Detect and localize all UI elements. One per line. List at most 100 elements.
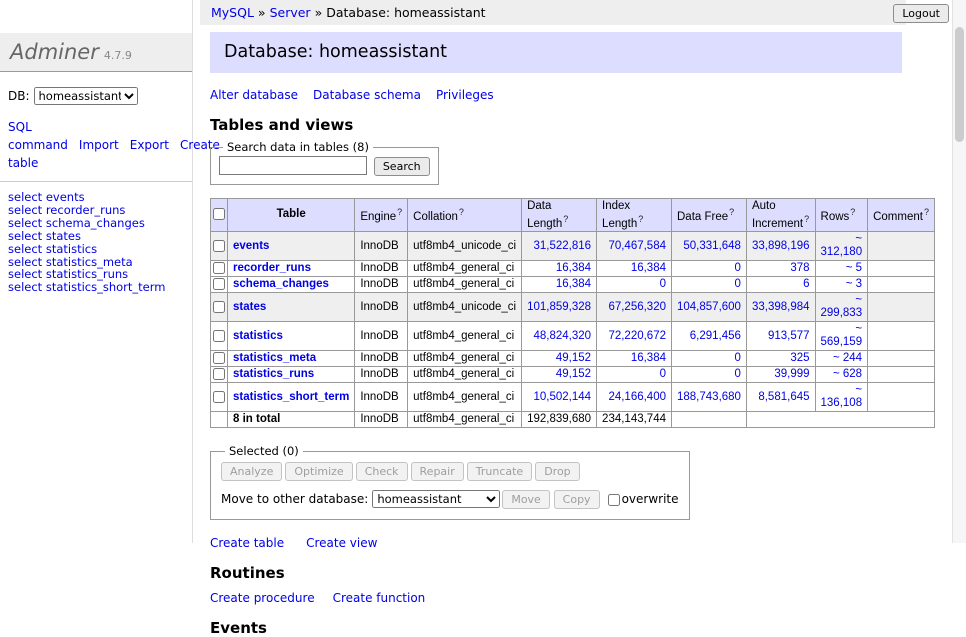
sidebar-select-recorder-runs-link[interactable]: select recorder_runs (8, 204, 192, 217)
copy-button[interactable]: Copy (554, 490, 600, 509)
rows-count-link[interactable]: ~ 244 (833, 352, 862, 364)
data-length-link[interactable]: 16,384 (556, 278, 591, 290)
help-link[interactable]: ? (924, 207, 929, 217)
auto-increment-link[interactable]: 39,999 (774, 368, 809, 380)
index-length-link[interactable]: 0 (660, 278, 666, 290)
data-free-link[interactable]: 188,743,680 (677, 391, 741, 403)
create-table-bottom-link[interactable]: Create table (210, 536, 284, 550)
table-name-link[interactable]: states (233, 301, 266, 313)
index-length-link[interactable]: 70,467,584 (608, 240, 666, 252)
alter-database-link[interactable]: Alter database (210, 88, 298, 102)
table-name-link[interactable]: statistics_short_term (233, 391, 349, 403)
create-function-link[interactable]: Create function (333, 591, 426, 605)
sidebar-select-statistics-short-term-link[interactable]: select statistics_short_term (8, 281, 192, 294)
data-length-link[interactable]: 31,522,816 (533, 240, 591, 252)
help-link[interactable]: ? (804, 214, 809, 224)
create-procedure-link[interactable]: Create procedure (210, 591, 315, 605)
data-length-link[interactable]: 49,152 (556, 352, 591, 364)
privileges-link[interactable]: Privileges (436, 88, 494, 102)
table-name-link[interactable]: events (233, 240, 269, 252)
row-checkbox[interactable] (213, 352, 225, 364)
database-schema-link[interactable]: Database schema (313, 88, 421, 102)
adminer-logo[interactable]: Adminer (10, 40, 99, 64)
row-checkbox[interactable] (213, 330, 225, 342)
table-name-link[interactable]: statistics_runs (233, 368, 314, 380)
data-length-link[interactable]: 16,384 (556, 262, 591, 274)
rows-count-link[interactable]: ~ 136,108 (821, 384, 863, 409)
logout-button[interactable]: Logout (893, 4, 949, 23)
help-link[interactable]: ? (459, 207, 464, 217)
search-input[interactable] (219, 156, 367, 175)
index-length-link[interactable]: 24,166,400 (608, 391, 666, 403)
table-name-link[interactable]: schema_changes (233, 278, 329, 290)
check-button[interactable]: Check (356, 462, 408, 481)
sidebar-select-statistics-link[interactable]: select statistics (8, 243, 192, 256)
help-link[interactable]: ? (397, 207, 402, 217)
data-free-link[interactable]: 104,857,600 (677, 301, 741, 313)
search-button[interactable]: Search (374, 157, 430, 176)
overwrite-checkbox[interactable] (608, 494, 620, 506)
repair-button[interactable]: Repair (411, 462, 464, 481)
row-checkbox[interactable] (213, 262, 225, 274)
data-free-link[interactable]: 0 (735, 262, 741, 274)
move-db-select[interactable]: homeassistant (372, 490, 500, 508)
rows-count-link[interactable]: ~ 5 (846, 262, 862, 274)
table-name-link[interactable]: statistics_meta (233, 352, 316, 364)
create-view-link[interactable]: Create view (306, 536, 377, 550)
row-checkbox[interactable] (213, 240, 225, 252)
data-free-link[interactable]: 6,291,456 (690, 330, 741, 342)
import-link[interactable]: Import (79, 138, 119, 152)
row-checkbox[interactable] (213, 301, 225, 313)
help-link[interactable]: ? (729, 207, 734, 217)
data-free-link[interactable]: 50,331,648 (683, 240, 741, 252)
help-link[interactable]: ? (563, 214, 568, 224)
data-free-link[interactable]: 0 (735, 278, 741, 290)
sidebar-select-schema-changes-link[interactable]: select schema_changes (8, 217, 192, 230)
select-all-checkbox[interactable] (213, 208, 225, 220)
auto-increment-link[interactable]: 33,898,196 (752, 240, 810, 252)
auto-increment-link[interactable]: 913,577 (768, 330, 810, 342)
index-length-link[interactable]: 16,384 (631, 262, 666, 274)
data-length-link[interactable]: 101,859,328 (527, 301, 591, 313)
sidebar-select-events-link[interactable]: select events (8, 191, 192, 204)
auto-increment-link[interactable]: 378 (790, 262, 809, 274)
drop-button[interactable]: Drop (535, 462, 579, 481)
row-checkbox[interactable] (213, 278, 225, 290)
rows-count-link[interactable]: ~ 3 (846, 278, 862, 290)
data-length-link[interactable]: 10,502,144 (533, 391, 591, 403)
db-select[interactable]: homeassistant (34, 87, 138, 105)
table-name-link[interactable]: recorder_runs (233, 262, 311, 274)
help-link[interactable]: ? (638, 214, 643, 224)
sql-command-link[interactable]: SQL command (8, 120, 68, 152)
rows-count-link[interactable]: ~ 312,180 (821, 233, 863, 258)
rows-count-link[interactable]: ~ 628 (833, 368, 862, 380)
table-name-link[interactable]: statistics (233, 330, 283, 342)
analyze-button[interactable]: Analyze (221, 462, 282, 481)
auto-increment-link[interactable]: 6 (803, 278, 809, 290)
index-length-link[interactable]: 72,220,672 (608, 330, 666, 342)
data-length-link[interactable]: 48,824,320 (533, 330, 591, 342)
auto-increment-link[interactable]: 33,398,984 (752, 301, 810, 313)
truncate-button[interactable]: Truncate (467, 462, 532, 481)
row-checkbox[interactable] (213, 368, 225, 380)
index-length-link[interactable]: 67,256,320 (608, 301, 666, 313)
vertical-scrollbar[interactable] (952, 0, 966, 543)
index-length-link[interactable]: 0 (660, 368, 666, 380)
help-link[interactable]: ? (850, 207, 855, 217)
auto-increment-link[interactable]: 8,581,645 (758, 391, 809, 403)
data-free-link[interactable]: 0 (735, 368, 741, 380)
rows-count-link[interactable]: ~ 299,833 (821, 294, 863, 319)
move-button[interactable]: Move (502, 490, 550, 509)
breadcrumb-mysql-link[interactable]: MySQL (211, 5, 254, 20)
index-length-link[interactable]: 16,384 (631, 352, 666, 364)
breadcrumb-server-link[interactable]: Server (270, 5, 311, 20)
auto-increment-link[interactable]: 325 (790, 352, 809, 364)
data-length-link[interactable]: 49,152 (556, 368, 591, 380)
sidebar-select-states-link[interactable]: select states (8, 230, 192, 243)
row-checkbox[interactable] (213, 391, 225, 403)
scrollbar-thumb[interactable] (955, 27, 964, 142)
export-link[interactable]: Export (130, 138, 169, 152)
data-free-link[interactable]: 0 (735, 352, 741, 364)
optimize-button[interactable]: Optimize (285, 462, 352, 481)
rows-count-link[interactable]: ~ 569,159 (821, 323, 863, 348)
